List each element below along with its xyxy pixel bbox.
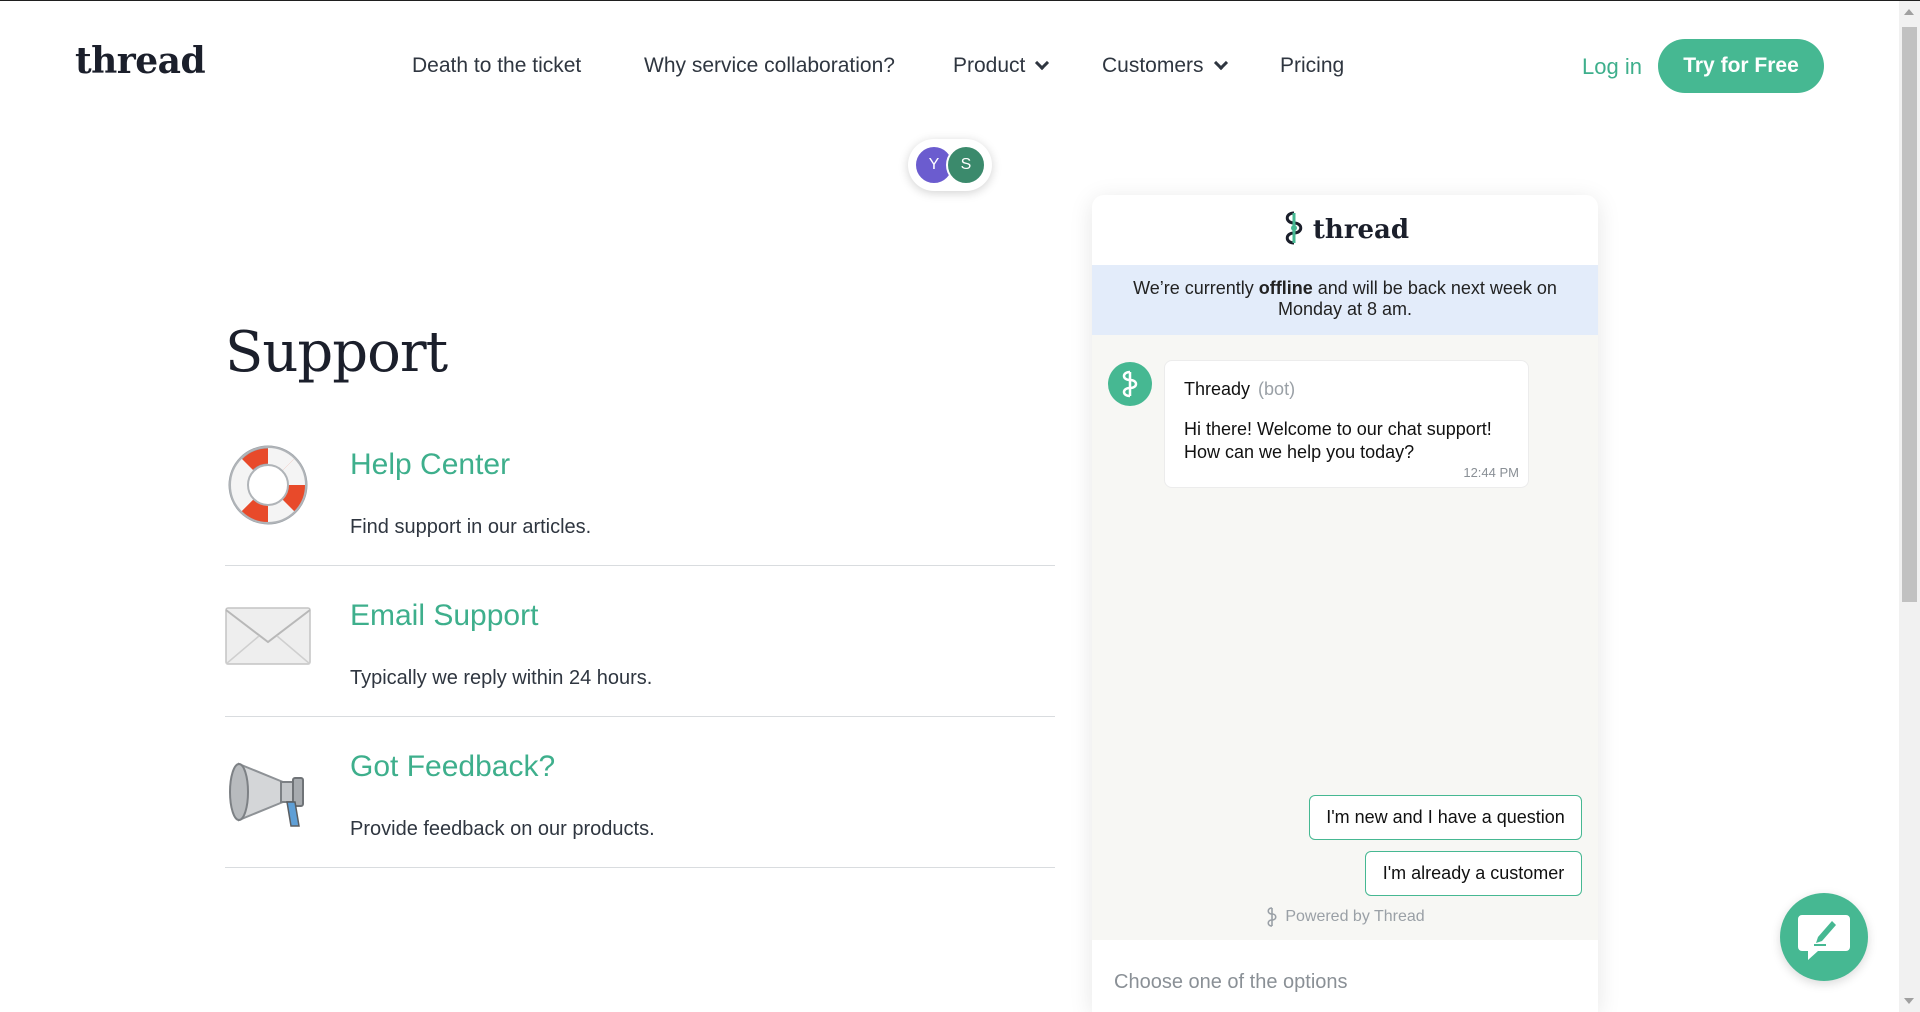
scroll-up-icon[interactable] [1904,9,1914,15]
site-logo[interactable]: thread [75,40,206,82]
help-center-description: Find support in our articles. [350,516,592,538]
nav-pricing[interactable]: Pricing [1280,54,1344,78]
bot-tag: (bot) [1258,379,1296,399]
support-item-feedback: Got Feedback? Provide feedback on our pr… [225,717,1055,868]
message-line: How can we help you today? [1184,442,1415,462]
chat-widget: thread We’re currently offline and will … [1092,195,1598,1012]
offline-suffix: and will be back next week on Monday at … [1277,278,1557,319]
nav-label: Product [953,54,1026,77]
feedback-description: Provide feedback on our products. [350,818,655,840]
bot-name-line: Thready (bot) [1184,379,1295,400]
powered-by-label: Powered by Thread [1285,908,1425,925]
support-item-email: Email Support Typically we reply within … [225,566,1055,717]
scrollbar-thumb[interactable] [1902,27,1917,602]
email-support-link[interactable]: Email Support [350,599,538,633]
agent-avatars[interactable]: Y S [908,139,992,191]
chat-header: thread [1092,195,1598,265]
message-timestamp: 12:44 PM [1463,465,1519,480]
avatar: S [946,145,986,185]
nav-label: Pricing [1280,54,1345,77]
scroll-down-icon[interactable] [1904,998,1914,1004]
nav-label: Why service collaboration? [644,54,895,77]
nav-label: Customers [1102,54,1204,77]
offline-status: offline [1258,278,1313,298]
top-border [0,0,1920,1]
chevron-down-icon [1035,55,1050,71]
login-link[interactable]: Log in [1582,54,1642,80]
chat-launcher-button[interactable] [1780,893,1868,981]
megaphone-icon [225,744,311,844]
nav-product[interactable]: Product [953,54,1050,78]
option-new-question-button[interactable]: I'm new and I have a question [1309,795,1582,840]
feedback-link[interactable]: Got Feedback? [350,750,555,784]
bot-name: Thready [1184,379,1251,399]
help-center-link[interactable]: Help Center [350,448,510,482]
bot-avatar [1108,362,1152,406]
message-text: Hi there! Welcome to our chat support! H… [1184,418,1514,464]
thread-logo-icon [1281,211,1307,250]
offline-prefix: We’re currently [1133,278,1259,298]
powered-by[interactable]: Powered by Thread [1092,907,1598,927]
chat-brand: thread [1312,215,1410,245]
envelope-icon [225,606,311,706]
offline-banner: We’re currently offline and will be back… [1092,265,1598,335]
email-support-description: Typically we reply within 24 hours. [350,667,653,689]
try-for-free-button[interactable]: Try for Free [1658,39,1824,93]
support-item-help-center: Help Center Find support in our articles… [225,415,1055,566]
nav-customers[interactable]: Customers [1102,54,1228,78]
thread-small-icon [1267,907,1277,927]
bot-message: Thready (bot) Hi there! Welcome to our ch… [1164,360,1529,488]
page-title: Support [225,320,448,385]
nav-label: Death to the ticket [412,54,582,77]
option-existing-customer-button[interactable]: I'm already a customer [1365,851,1582,896]
chat-input[interactable]: Choose one of the options [1092,940,1598,1012]
page-scrollbar[interactable] [1899,1,1920,1012]
nav-death-to-the-ticket[interactable]: Death to the ticket [412,54,581,78]
lifebuoy-icon [225,442,311,542]
nav-why-service-collaboration[interactable]: Why service collaboration? [644,54,895,78]
thread-bot-icon [1122,370,1138,398]
message-line: Hi there! Welcome to our chat support! [1184,419,1492,439]
chat-bubble-icon [1798,915,1850,960]
chevron-down-icon [1213,55,1228,71]
